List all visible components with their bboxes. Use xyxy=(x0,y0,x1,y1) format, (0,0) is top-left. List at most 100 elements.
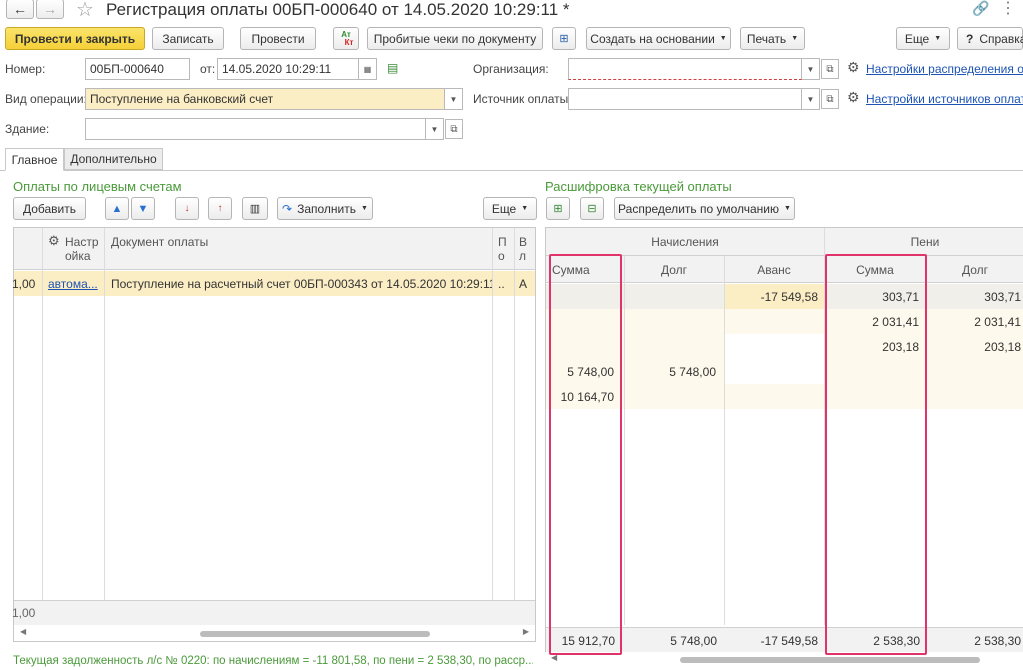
scroll-thumb[interactable] xyxy=(680,657,980,663)
chevron-down-icon: ▼ xyxy=(719,35,727,42)
highlight-box-penalty-sum xyxy=(825,254,927,655)
fill-label: Заполнить xyxy=(297,201,357,216)
window-title: Регистрация оплаты 00БП-000640 от 14.05.… xyxy=(106,0,570,19)
building-open-icon[interactable]: ⧉ xyxy=(445,119,463,139)
col-settings-1[interactable]: Настр xyxy=(65,235,99,249)
source-open-icon[interactable]: ⧉ xyxy=(821,89,839,109)
date-field[interactable]: 14.05.2020 10:29:11 xyxy=(217,58,359,80)
chevron-down-icon: ▼ xyxy=(521,205,529,212)
row-doc: Поступление на расчетный счет 00БП-00034… xyxy=(111,277,493,291)
source-dropdown-icon[interactable]: ▼ xyxy=(802,88,820,110)
chevron-down-icon: ▼ xyxy=(934,35,942,42)
col-divider xyxy=(42,228,43,625)
col-p-2[interactable]: о xyxy=(498,249,505,263)
org-dropdown-icon[interactable]: ▼ xyxy=(802,58,820,80)
row-setting-link[interactable]: автома... xyxy=(48,277,100,291)
print-button[interactable]: Печать ▼ xyxy=(740,27,805,50)
highlight-box-sum xyxy=(549,254,622,655)
note-icon[interactable]: ▤ xyxy=(387,61,398,75)
create-based-label: Создать на основании xyxy=(590,31,715,46)
right-scrollbar[interactable]: ◀ xyxy=(545,653,1023,667)
number-field[interactable]: 00БП-000640 xyxy=(85,58,190,80)
left-panel-title: Оплаты по лицевым счетам xyxy=(13,179,182,194)
post-close-button[interactable]: Провести и закрыть xyxy=(5,27,145,50)
add-button[interactable]: Добавить xyxy=(13,197,86,220)
right-panel-title: Расшифровка текущей оплаты xyxy=(545,179,732,194)
distribute-label: Распределить по умолчанию xyxy=(618,201,779,216)
settings-col-gear-icon: ⚙ xyxy=(48,233,60,248)
move-up-button[interactable]: ▲ xyxy=(105,197,129,220)
left-more-label: Еще xyxy=(491,201,517,216)
row-debt2: 303,71 xyxy=(984,290,1021,304)
fill-button[interactable]: ↷ Заполнить ▼ xyxy=(277,197,373,220)
col-doc[interactable]: Документ оплаты xyxy=(111,235,208,249)
col-debt[interactable]: Долг xyxy=(624,263,724,277)
dtkt-bottom-label: Кт xyxy=(344,37,354,47)
collapse-button[interactable]: ⊟ xyxy=(580,197,604,220)
forward-button[interactable]: → xyxy=(36,0,64,19)
building-field[interactable] xyxy=(85,118,426,140)
scroll-thumb[interactable] xyxy=(200,631,430,637)
arrow-down-icon: ▼ xyxy=(137,202,149,215)
gear-icon[interactable]: ⚙ xyxy=(847,59,860,76)
distribution-settings-link[interactable]: Настройки распределения опл xyxy=(866,62,1023,76)
save-button[interactable]: Записать xyxy=(152,27,224,50)
expand-button[interactable]: ⊞ xyxy=(546,197,570,220)
receipts-button[interactable]: Пробитые чеки по документу xyxy=(367,27,543,50)
scroll-right-icon[interactable]: ▶ xyxy=(523,627,529,636)
dtkt-button[interactable]: Ат Кт xyxy=(333,27,359,50)
total-debt: 5 748,00 xyxy=(670,634,717,648)
operation-dropdown-icon[interactable]: ▼ xyxy=(445,88,463,110)
status-text: Текущая задолженность л/с № 0220: по нач… xyxy=(13,655,533,667)
title-bar: ← → ☆ Регистрация оплаты 00БП-000640 от … xyxy=(0,0,1023,22)
tab-additional[interactable]: Дополнительно xyxy=(64,148,163,170)
sort-asc-button[interactable]: ↓ xyxy=(175,197,199,220)
link-icon[interactable]: 🔗 xyxy=(972,0,989,17)
create-based-button[interactable]: Создать на основании ▼ xyxy=(586,27,731,50)
number-label: Номер: xyxy=(5,62,46,76)
help-icon: ? xyxy=(966,31,974,46)
operation-label: Вид операции: xyxy=(5,92,87,106)
chevron-down-icon: ▼ xyxy=(791,35,799,42)
source-field[interactable] xyxy=(568,88,802,110)
advance-cell-white xyxy=(724,334,824,359)
distribute-button[interactable]: Распределить по умолчанию ▼ xyxy=(614,197,795,220)
col-settings-2[interactable]: ойка xyxy=(65,249,91,263)
back-button[interactable]: ← xyxy=(6,0,34,19)
tab-main[interactable]: Главное xyxy=(5,148,64,171)
post-button[interactable]: Провести xyxy=(240,27,316,50)
more-button[interactable]: Еще ▼ xyxy=(896,27,950,50)
col-advance[interactable]: Аванс xyxy=(724,263,824,277)
col-debt2[interactable]: Долг xyxy=(925,263,1023,277)
operation-field[interactable]: Поступление на банковский счет xyxy=(85,88,445,110)
sort-desc-button[interactable]: ↑ xyxy=(208,197,232,220)
collapse-icon: ⊟ xyxy=(587,203,597,215)
group-penalty: Пени xyxy=(910,235,940,249)
col-divider xyxy=(624,256,625,625)
star-icon[interactable]: ☆ xyxy=(76,0,94,22)
col-v-1[interactable]: В xyxy=(519,235,527,249)
tabs-baseline xyxy=(0,170,1023,171)
chevron-down-icon: ▼ xyxy=(361,205,368,212)
calendar-icon[interactable]: ▦ xyxy=(359,58,377,80)
footer-num: 1,00 xyxy=(12,606,36,620)
col-p-1[interactable]: П xyxy=(498,235,507,249)
expand-icon: ⊞ xyxy=(553,203,563,215)
building-dropdown-icon[interactable]: ▼ xyxy=(426,118,444,140)
left-more-button[interactable]: Еще ▼ xyxy=(483,197,537,220)
move-down-button[interactable]: ▼ xyxy=(131,197,155,220)
structure-button[interactable]: ⊞ xyxy=(552,27,576,50)
scroll-left-icon[interactable]: ◀ xyxy=(20,627,26,636)
row-p: .. xyxy=(498,277,505,291)
barcode-button[interactable]: ▥ xyxy=(242,197,268,220)
gear-icon[interactable]: ⚙ xyxy=(847,89,860,106)
left-table: ⚙ Настр ойка Документ оплаты П о В л 1,0… xyxy=(12,227,536,642)
col-v-2[interactable]: л xyxy=(519,249,526,263)
col-divider xyxy=(104,228,105,625)
org-open-icon[interactable]: ⧉ xyxy=(821,59,839,79)
org-field[interactable] xyxy=(568,58,802,80)
menu-icon[interactable]: ⋮ xyxy=(1000,0,1016,18)
left-scrollbar[interactable]: ◀ ▶ xyxy=(14,627,535,641)
help-button[interactable]: ? Справка xyxy=(957,27,1023,50)
sources-settings-link[interactable]: Настройки источников оплат xyxy=(866,92,1023,106)
